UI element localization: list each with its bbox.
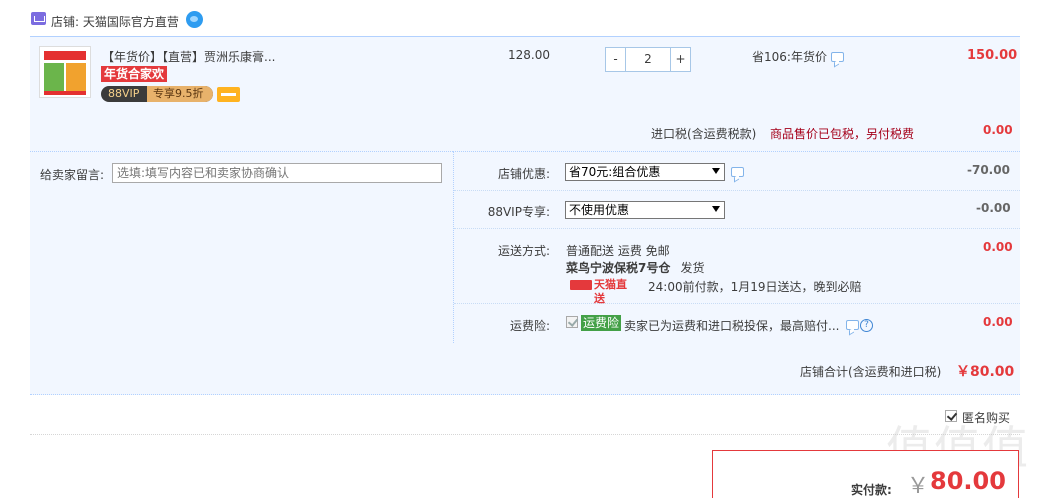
vip-discount-value: -0.00 xyxy=(976,201,1011,215)
product-thumbnail[interactable] xyxy=(39,46,91,98)
product-title-link[interactable]: 【年货价】【直营】贾洲乐康膏... xyxy=(102,48,275,65)
vip-label: 88VIP xyxy=(108,87,140,100)
payment-label: 实付款: xyxy=(851,483,892,497)
unit-price: 128.00 xyxy=(508,48,550,62)
chat-bubble-icon[interactable] xyxy=(831,52,844,62)
vip-discount-label: 88VIP专享: xyxy=(487,205,550,219)
vip-discount-text: 专享9.5折 xyxy=(147,86,213,102)
divider xyxy=(454,303,1020,304)
promo-tag: 年货合家欢 xyxy=(101,66,168,82)
tmall-direct-logo: 天猫直送 xyxy=(566,278,636,305)
item-subtotal: 150.00 xyxy=(967,48,1018,63)
insurance-value: 0.00 xyxy=(983,315,1013,329)
help-icon[interactable]: ? xyxy=(860,319,873,332)
chevron-down-icon xyxy=(712,168,720,174)
shop-discount-selected: 省70元:组合优惠 xyxy=(569,165,661,179)
chat-bubble-icon[interactable] xyxy=(731,167,744,177)
shipping-label: 运送方式: xyxy=(497,244,550,258)
vip-discount-selected: 不使用优惠 xyxy=(569,203,630,217)
shop-discount-value: -70.00 xyxy=(967,163,1010,177)
tmall-cat-icon xyxy=(570,280,592,290)
import-tax-note: 商品售价已包税，另付税费 xyxy=(770,127,915,141)
shipping-value: 0.00 xyxy=(983,240,1013,254)
shop-discount-select[interactable]: 省70元:组合优惠 xyxy=(565,163,725,181)
import-tax-label: 进口税(含运费税款) xyxy=(651,127,757,141)
chevron-down-icon xyxy=(712,206,720,212)
warehouse-name: 菜鸟宁波保税7号仓 xyxy=(566,261,671,275)
payment-currency: ￥ xyxy=(907,474,930,498)
delivery-promise: 24:00前付款，1月19日送达，晚到必赔 xyxy=(648,280,862,294)
warehouse-suffix: 发货 xyxy=(680,261,705,275)
shop-total-value: ￥80.00 xyxy=(956,364,1015,380)
shop-icon xyxy=(31,12,46,25)
seller-message-label: 给卖家留言: xyxy=(40,168,105,182)
insurance-text: 卖家已为运费和进口税投保，最高赔付... xyxy=(624,319,840,333)
insurance-label: 运费险: xyxy=(509,319,550,333)
shop-name[interactable]: 店铺: 天猫国际官方直营 xyxy=(51,13,179,30)
shop-discount-label: 店铺优惠: xyxy=(497,167,550,181)
quantity-input[interactable]: 2 xyxy=(626,48,670,71)
seller-message-input[interactable] xyxy=(112,163,442,183)
chat-bubble-icon[interactable] xyxy=(846,320,859,330)
shipping-warehouse: 菜鸟宁波保税7号仓 发货 xyxy=(566,259,705,276)
savings-text: 省106:年货价 xyxy=(752,48,827,65)
wangwang-chat-icon[interactable] xyxy=(186,11,203,28)
shipping-method: 普通配送 运费 免邮 xyxy=(566,244,670,258)
quantity-increase-button[interactable]: + xyxy=(670,48,690,71)
import-tax-value: 0.00 xyxy=(983,123,1013,137)
divider xyxy=(454,228,1020,229)
card-icon xyxy=(217,87,240,102)
vip-discount-select[interactable]: 不使用优惠 xyxy=(565,201,725,219)
payment-amount: 80.00 xyxy=(930,467,1006,495)
savings-label: 省106:年货价 xyxy=(752,50,827,64)
shop-total-label: 店铺合计(含运费和进口税) xyxy=(800,365,942,379)
tmall-direct-text: 天猫直送 xyxy=(594,278,627,305)
vip-discount-badge: 88VIP 专享9.5折 xyxy=(101,86,213,102)
insurance-checkbox[interactable] xyxy=(566,316,578,328)
insurance-badge: 运费险 xyxy=(581,315,622,331)
divider xyxy=(30,434,1020,435)
quantity-decrease-button[interactable]: - xyxy=(606,48,626,71)
divider xyxy=(454,190,1020,191)
quantity-stepper: - 2 + xyxy=(605,47,691,72)
